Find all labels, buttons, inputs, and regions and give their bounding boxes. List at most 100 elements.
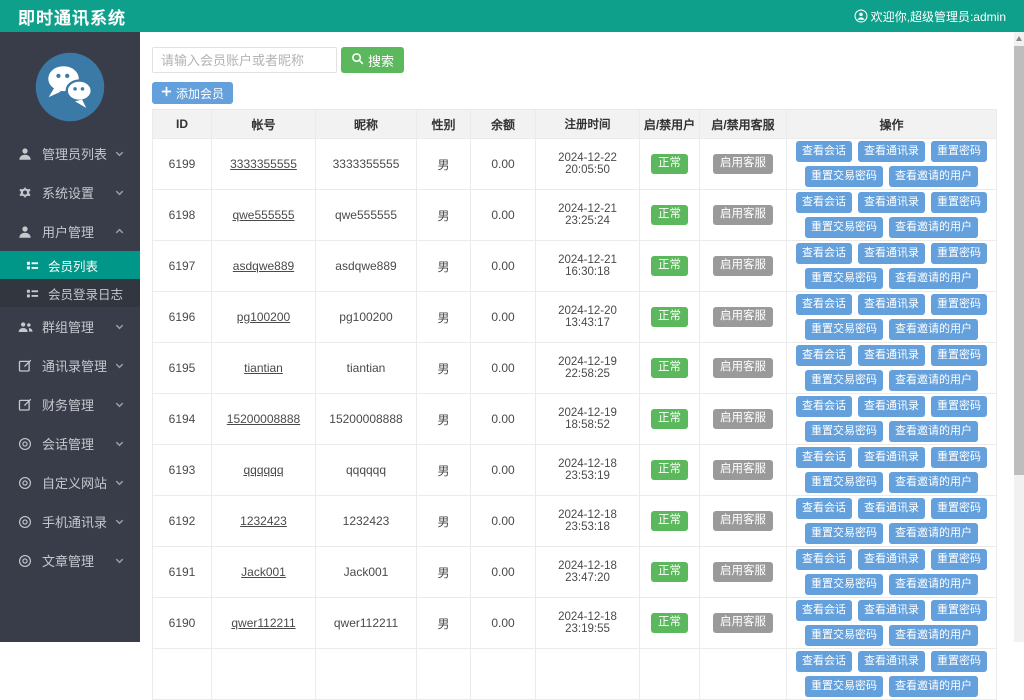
service-status-badge[interactable]: 启用客服 [713,205,773,225]
action-button[interactable]: 重置交易密码 [805,676,883,697]
action-button[interactable]: 查看会话 [796,600,852,621]
action-button[interactable]: 查看邀请的用户 [889,421,978,442]
action-button[interactable]: 查看通讯录 [858,396,925,417]
action-button[interactable]: 查看邀请的用户 [889,166,978,187]
action-button[interactable]: 重置密码 [931,396,987,417]
action-button[interactable]: 查看通讯录 [858,498,925,519]
user-status-badge[interactable]: 正常 [651,154,688,174]
service-status-badge[interactable]: 启用客服 [713,307,773,327]
action-button[interactable]: 查看邀请的用户 [889,268,978,289]
action-button[interactable]: 查看会话 [796,651,852,672]
action-button[interactable]: 重置交易密码 [805,574,883,595]
action-button[interactable]: 查看邀请的用户 [889,370,978,391]
action-button[interactable]: 重置交易密码 [805,217,883,238]
action-button[interactable]: 查看通讯录 [858,447,925,468]
user-status-badge[interactable]: 正常 [651,460,688,480]
action-button[interactable]: 重置密码 [931,192,987,213]
action-button[interactable]: 查看通讯录 [858,549,925,570]
action-button[interactable]: 重置密码 [931,651,987,672]
account-link[interactable]: qwer112211 [231,616,295,630]
action-button[interactable]: 重置密码 [931,141,987,162]
user-status-badge[interactable]: 正常 [651,562,688,582]
user-status-badge[interactable]: 正常 [651,511,688,531]
action-button[interactable]: 重置交易密码 [805,523,883,544]
sidebar-item[interactable]: 用户管理 [0,212,140,251]
action-button[interactable]: 查看通讯录 [858,345,925,366]
user-status-badge[interactable]: 正常 [651,256,688,276]
sidebar-item[interactable]: 自定义网站 [0,463,140,502]
service-status-badge[interactable]: 启用客服 [713,154,773,174]
action-button[interactable]: 重置密码 [931,345,987,366]
action-button[interactable]: 查看邀请的用户 [889,574,978,595]
account-link[interactable]: Jack001 [241,565,286,579]
action-button[interactable]: 查看会话 [796,243,852,264]
action-button[interactable]: 查看会话 [796,498,852,519]
action-button[interactable]: 查看邀请的用户 [889,217,978,238]
user-status-badge[interactable]: 正常 [651,307,688,327]
vertical-scrollbar[interactable] [1014,32,1024,642]
account-link[interactable]: qqqqqq [243,463,283,477]
sidebar-subitem[interactable]: 会员登录日志 [0,279,140,307]
service-status-badge[interactable]: 启用客服 [713,256,773,276]
action-button[interactable]: 查看会话 [796,192,852,213]
action-button[interactable]: 查看会话 [796,396,852,417]
account-link[interactable]: 3333355555 [230,157,297,171]
user-status-badge[interactable]: 正常 [651,613,688,633]
user-status-badge[interactable]: 正常 [651,358,688,378]
sidebar-subitem[interactable]: 会员列表 [0,251,140,279]
user-status-badge[interactable]: 正常 [651,205,688,225]
sidebar-item[interactable]: 通讯录管理 [0,346,140,385]
sidebar-item[interactable]: 管理员列表 [0,134,140,173]
service-status-badge[interactable]: 启用客服 [713,460,773,480]
account-link[interactable]: 15200008888 [227,412,300,426]
action-button[interactable]: 查看会话 [796,294,852,315]
service-status-badge[interactable]: 启用客服 [713,613,773,633]
action-button[interactable]: 查看会话 [796,141,852,162]
scrollbar-up-arrow[interactable] [1014,32,1024,45]
action-button[interactable]: 查看通讯录 [858,600,925,621]
action-button[interactable]: 重置交易密码 [805,370,883,391]
service-status-badge[interactable]: 启用客服 [713,409,773,429]
scrollbar-thumb[interactable] [1014,46,1024,475]
action-button[interactable]: 重置密码 [931,447,987,468]
action-button[interactable]: 重置交易密码 [805,625,883,646]
sidebar-item[interactable]: 系统设置 [0,173,140,212]
action-button[interactable]: 查看通讯录 [858,192,925,213]
action-button[interactable]: 重置交易密码 [805,268,883,289]
sidebar-item[interactable]: 财务管理 [0,385,140,424]
action-button[interactable]: 查看通讯录 [858,294,925,315]
service-status-badge[interactable]: 启用客服 [713,358,773,378]
search-button[interactable]: 搜索 [341,47,405,73]
sidebar-item[interactable]: 群组管理 [0,307,140,346]
action-button[interactable]: 重置交易密码 [805,421,883,442]
action-button[interactable]: 查看邀请的用户 [889,676,978,697]
action-button[interactable]: 重置交易密码 [805,166,883,187]
action-button[interactable]: 查看邀请的用户 [889,472,978,493]
action-button[interactable]: 查看邀请的用户 [889,319,978,340]
sidebar-item[interactable]: 会话管理 [0,424,140,463]
action-button[interactable]: 查看会话 [796,549,852,570]
action-button[interactable]: 查看通讯录 [858,243,925,264]
service-status-badge[interactable]: 启用客服 [713,562,773,582]
action-button[interactable]: 重置交易密码 [805,472,883,493]
action-button[interactable]: 重置密码 [931,549,987,570]
account-link[interactable]: asdqwe889 [233,259,294,273]
action-button[interactable]: 重置密码 [931,498,987,519]
action-button[interactable]: 查看邀请的用户 [889,625,978,646]
action-button[interactable]: 重置密码 [931,243,987,264]
action-button[interactable]: 重置交易密码 [805,319,883,340]
sidebar-item[interactable]: 手机通讯录 [0,502,140,541]
add-member-button[interactable]: 添加会员 [152,82,234,104]
action-button[interactable]: 重置密码 [931,294,987,315]
user-status-badge[interactable]: 正常 [651,409,688,429]
account-link[interactable]: tiantian [244,361,283,375]
account-link[interactable]: qwe555555 [232,208,294,222]
action-button[interactable]: 查看邀请的用户 [889,523,978,544]
search-input[interactable] [152,47,337,73]
action-button[interactable]: 查看通讯录 [858,141,925,162]
action-button[interactable]: 查看会话 [796,447,852,468]
service-status-badge[interactable]: 启用客服 [713,511,773,531]
action-button[interactable]: 重置密码 [931,600,987,621]
account-link[interactable]: 1232423 [240,514,287,528]
action-button[interactable]: 查看会话 [796,345,852,366]
